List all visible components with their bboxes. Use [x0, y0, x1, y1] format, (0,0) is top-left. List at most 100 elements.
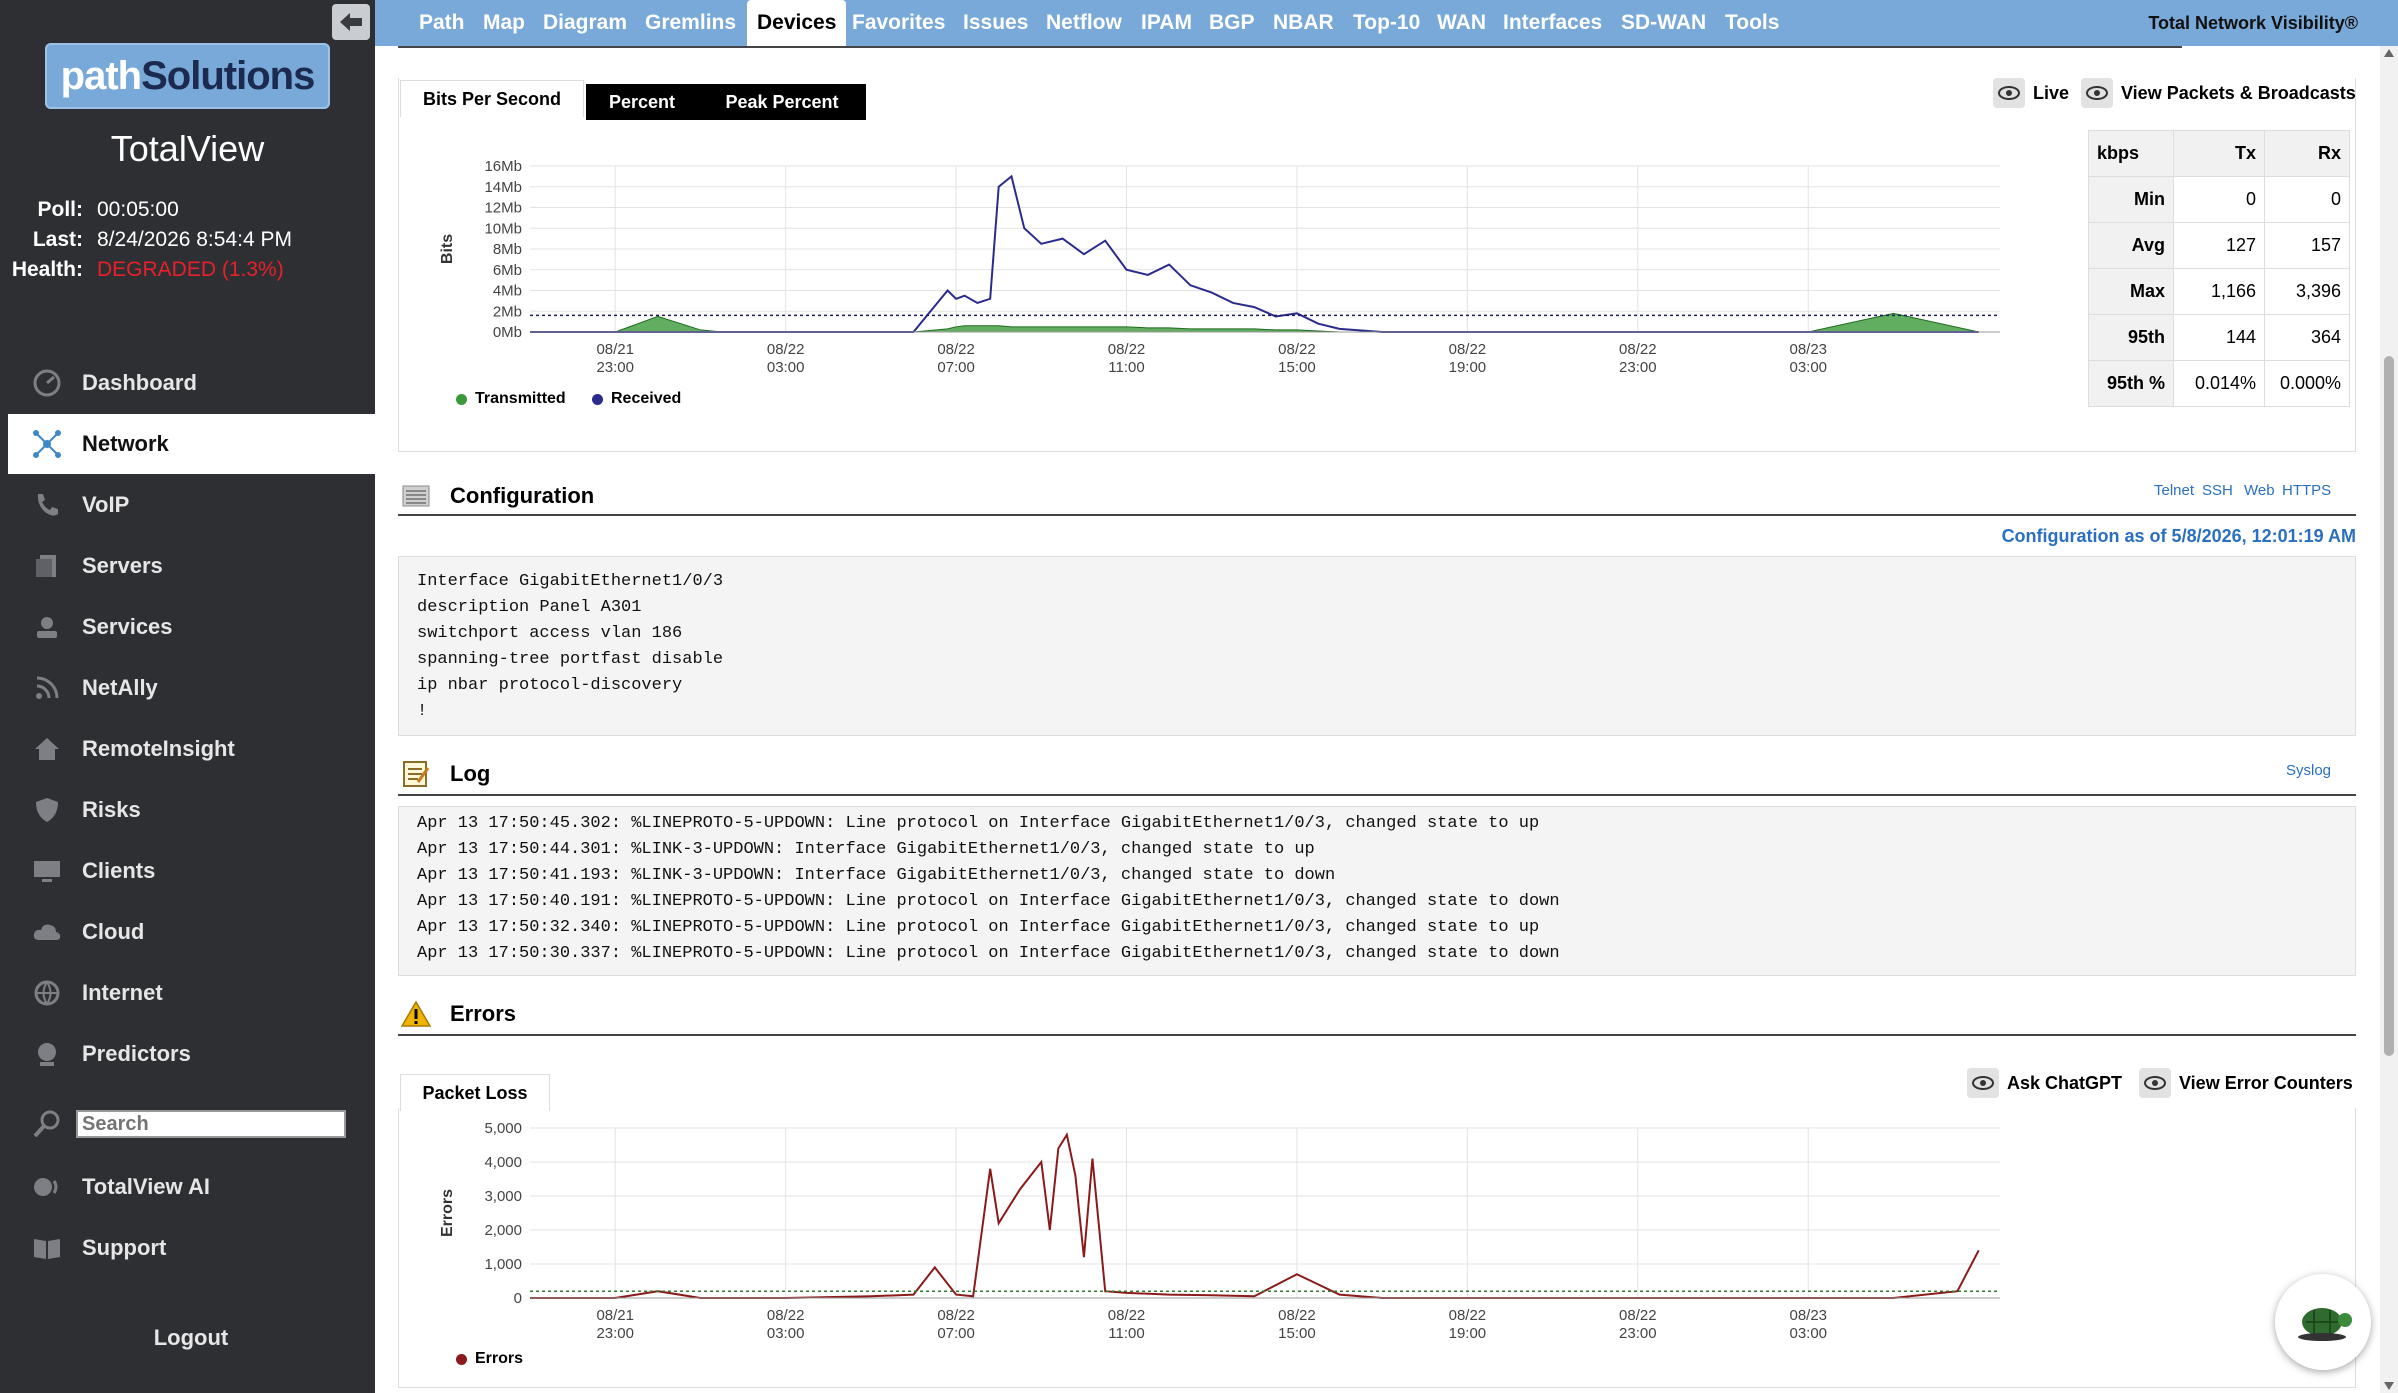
- shield-icon: [26, 796, 68, 824]
- last-label: Last:: [32, 228, 83, 251]
- bandwidth-chart: 0Mb2Mb4Mb6Mb8Mb10Mb12Mb14Mb16Mb08/2123:0…: [439, 158, 2000, 376]
- sidebar-search: [8, 1100, 375, 1148]
- x-tick-label: 08/22: [767, 1307, 805, 1324]
- syslog-link[interactable]: Syslog: [2286, 762, 2331, 779]
- health-label: Health:: [11, 258, 83, 281]
- x-tick-label: 08/22: [1278, 341, 1316, 358]
- scroll-down-icon[interactable]: [2383, 1381, 2395, 1391]
- table-row: 95th % 0.014% 0.000%: [2088, 360, 2350, 407]
- servers-icon: [26, 552, 68, 580]
- y-tick-label: 4,000: [484, 1154, 522, 1171]
- x-tick-label: 23:00: [596, 1325, 634, 1340]
- sidebar-item-predictors[interactable]: Predictors: [8, 1024, 375, 1084]
- rx-cell: 364: [2264, 314, 2350, 361]
- y-tick-label: 2Mb: [493, 303, 522, 320]
- topnav-path[interactable]: Path: [419, 0, 465, 46]
- sidebar-item-voip[interactable]: VoIP: [8, 475, 375, 535]
- sidebar-item-label: VoIP: [82, 492, 130, 517]
- topnav-diagram[interactable]: Diagram: [543, 0, 627, 46]
- network-icon: [26, 428, 68, 460]
- topnav-map[interactable]: Map: [483, 0, 525, 46]
- eye-icon: [2139, 1068, 2171, 1098]
- topnav-bgp[interactable]: BGP: [1209, 0, 1255, 46]
- legend-transmitted: Transmitted: [456, 390, 566, 408]
- sidebar-item-services[interactable]: Services: [8, 597, 375, 657]
- topnav-ipam[interactable]: IPAM: [1141, 0, 1192, 46]
- scroll-up-icon[interactable]: [2383, 48, 2395, 58]
- sidebar-item-internet[interactable]: Internet: [8, 963, 375, 1023]
- tab-percent[interactable]: Percent: [586, 84, 698, 120]
- configuration-as-of: Configuration as of 5/8/2026, 12:01:19 A…: [2001, 526, 2356, 546]
- ask-chatgpt-button[interactable]: Ask ChatGPT: [1967, 1068, 2122, 1098]
- topnav-sdwan[interactable]: SD-WAN: [1621, 0, 1706, 46]
- x-tick-label: 08/22: [1619, 341, 1657, 358]
- assistant-turtle-button[interactable]: [2275, 1274, 2371, 1370]
- tab-packet-loss[interactable]: Packet Loss: [400, 1074, 550, 1111]
- y-tick-label: 14Mb: [484, 179, 522, 196]
- sidebar-item-clients[interactable]: Clients: [8, 841, 375, 901]
- topnav-favorites[interactable]: Favorites: [852, 0, 945, 46]
- collapse-sidebar-button[interactable]: [332, 4, 370, 40]
- sidebar-item-netally[interactable]: NetAlly: [8, 658, 375, 718]
- telnet-link[interactable]: Telnet: [2154, 482, 2194, 499]
- scroll-thumb[interactable]: [2384, 356, 2394, 1056]
- sidebar-item-risks[interactable]: Risks: [8, 780, 375, 840]
- sidebar-item-label: Services: [82, 614, 173, 639]
- web-link[interactable]: Web: [2244, 482, 2275, 499]
- tx-cell: 0.014%: [2173, 360, 2265, 407]
- x-tick-label: 11:00: [1108, 1325, 1144, 1340]
- tx-cell: 0: [2173, 176, 2265, 223]
- topnav-gremlins[interactable]: Gremlins: [645, 0, 736, 46]
- ssh-link[interactable]: SSH: [2202, 482, 2233, 499]
- topnav-issues[interactable]: Issues: [963, 0, 1028, 46]
- config-line: ip nbar protocol-discovery: [417, 676, 683, 695]
- search-icon[interactable]: [26, 1109, 68, 1139]
- https-link[interactable]: HTTPS: [2282, 482, 2331, 499]
- sidebar-item-label: Dashboard: [82, 370, 197, 395]
- search-input[interactable]: [76, 1110, 346, 1138]
- crystal-ball-icon: [26, 1040, 68, 1068]
- live-button[interactable]: Live: [1993, 78, 2069, 108]
- monitor-icon: [26, 857, 68, 885]
- x-tick-label: 23:00: [1619, 359, 1657, 376]
- sidebar-item-dashboard[interactable]: Dashboard: [8, 353, 375, 413]
- arrow-left-icon: [340, 13, 362, 31]
- health-stat: Health: DEGRADED (1.3%): [0, 258, 284, 282]
- tab-peak-percent[interactable]: Peak Percent: [698, 84, 866, 120]
- legend-label: Received: [611, 390, 682, 407]
- x-tick-label: 08/21: [596, 341, 634, 358]
- topnav-interfaces[interactable]: Interfaces: [1503, 0, 1602, 46]
- topnav-netflow[interactable]: Netflow: [1046, 0, 1122, 46]
- top-navigation: Path Map Diagram Gremlins Devices Favori…: [375, 0, 2398, 46]
- x-tick-label: 23:00: [596, 359, 634, 376]
- log-line: Apr 13 17:50:30.337: %LINEPROTO-5-UPDOWN…: [417, 944, 1560, 963]
- tab-bits-per-second[interactable]: Bits Per Second: [400, 80, 584, 117]
- sidebar-item-label: Clients: [82, 858, 156, 883]
- topnav-devices[interactable]: Devices: [747, 0, 847, 46]
- x-tick-label: 03:00: [767, 359, 805, 376]
- config-line: !: [417, 702, 428, 721]
- config-line: switchport access vlan 186: [417, 624, 683, 643]
- view-packets-button[interactable]: View Packets & Broadcasts: [2081, 78, 2356, 108]
- y-tick-label: 10Mb: [484, 220, 522, 237]
- topnav-tools[interactable]: Tools: [1725, 0, 1779, 46]
- ask-chatgpt-label: Ask ChatGPT: [2007, 1072, 2123, 1093]
- log-line: Apr 13 17:50:32.340: %LINEPROTO-5-UPDOWN…: [417, 918, 1540, 937]
- sidebar-item-cloud[interactable]: Cloud: [8, 902, 375, 962]
- sidebar-item-totalview-ai[interactable]: TotalView AI: [8, 1157, 375, 1217]
- sidebar: path Solutions TotalView Poll: 00:05:00 La…: [0, 0, 375, 1393]
- sidebar-item-support[interactable]: Support: [8, 1218, 375, 1278]
- logout-link[interactable]: Logout: [0, 1325, 382, 1351]
- topnav-wan[interactable]: WAN: [1437, 0, 1486, 46]
- view-error-counters-button[interactable]: View Error Counters: [2139, 1068, 2353, 1098]
- topnav-top10[interactable]: Top-10: [1353, 0, 1420, 46]
- eye-icon: [1967, 1068, 1999, 1098]
- logo[interactable]: path Solutions: [45, 43, 330, 109]
- sidebar-item-remoteinsight[interactable]: RemoteInsight: [8, 719, 375, 779]
- legend-dot-errors: [456, 1353, 467, 1365]
- sidebar-item-servers[interactable]: Servers: [8, 536, 375, 596]
- sidebar-item-network[interactable]: Network: [8, 414, 375, 474]
- topnav-nbar[interactable]: NBAR: [1273, 0, 1334, 46]
- rx-cell: 0.000%: [2264, 360, 2350, 407]
- page-scrollbar[interactable]: [2380, 46, 2398, 1393]
